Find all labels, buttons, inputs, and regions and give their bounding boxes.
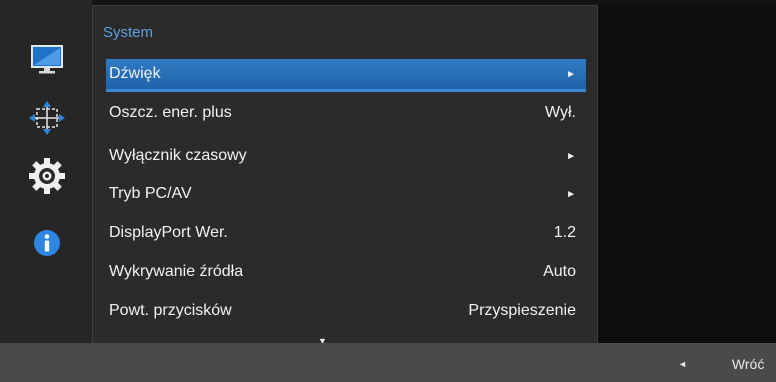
sidebar <box>0 0 92 343</box>
back-button[interactable]: ◄ Wróć <box>678 356 764 372</box>
monitor-icon[interactable] <box>27 42 67 78</box>
menu-item-label: Powt. przycisków <box>109 302 232 319</box>
menu-item-label: Tryb PC/AV <box>109 185 192 202</box>
system-menu: System Dźwięk ► Oszcz. ener. plus Wył. W… <box>92 5 598 346</box>
move-icon[interactable] <box>27 100 67 136</box>
menu-item-label: Oszcz. ener. plus <box>109 104 232 121</box>
menu-item-value: Auto <box>543 263 576 280</box>
submenu-arrow-icon: ► <box>566 150 576 162</box>
menu-item-label: Wykrywanie źródła <box>109 263 244 280</box>
menu-item-value: Wył. <box>545 104 576 121</box>
menu-item-label: Wyłącznik czasowy <box>109 147 247 164</box>
preview-area <box>598 5 776 343</box>
menu-item-eco-saving[interactable]: Oszcz. ener. plus Wył. <box>106 98 586 128</box>
back-label: Wróć <box>731 356 765 372</box>
submenu-arrow-icon: ► <box>566 68 576 80</box>
menu-item-label: Dźwięk <box>109 65 161 82</box>
menu-item-sound[interactable]: Dźwięk ► <box>106 59 586 92</box>
menu-item-pc-av-mode[interactable]: Tryb PC/AV ► <box>106 179 586 209</box>
bottom-bar <box>0 343 776 382</box>
menu-item-label: DisplayPort Wer. <box>109 224 228 241</box>
menu-item-key-repeat[interactable]: Powt. przycisków Przyspieszenie <box>106 296 586 326</box>
menu-title: System <box>103 24 154 41</box>
menu-item-displayport-ver[interactable]: DisplayPort Wer. 1.2 <box>106 218 586 248</box>
menu-item-value: Przyspieszenie <box>468 302 576 319</box>
gear-icon[interactable] <box>27 158 67 194</box>
submenu-arrow-icon: ► <box>566 188 576 200</box>
menu-item-value: 1.2 <box>553 224 576 241</box>
info-icon[interactable] <box>27 225 67 261</box>
menu-item-off-timer[interactable]: Wyłącznik czasowy ► <box>106 141 586 171</box>
back-arrow-icon: ◄ <box>678 359 687 369</box>
menu-item-source-detection[interactable]: Wykrywanie źródła Auto <box>106 257 586 287</box>
